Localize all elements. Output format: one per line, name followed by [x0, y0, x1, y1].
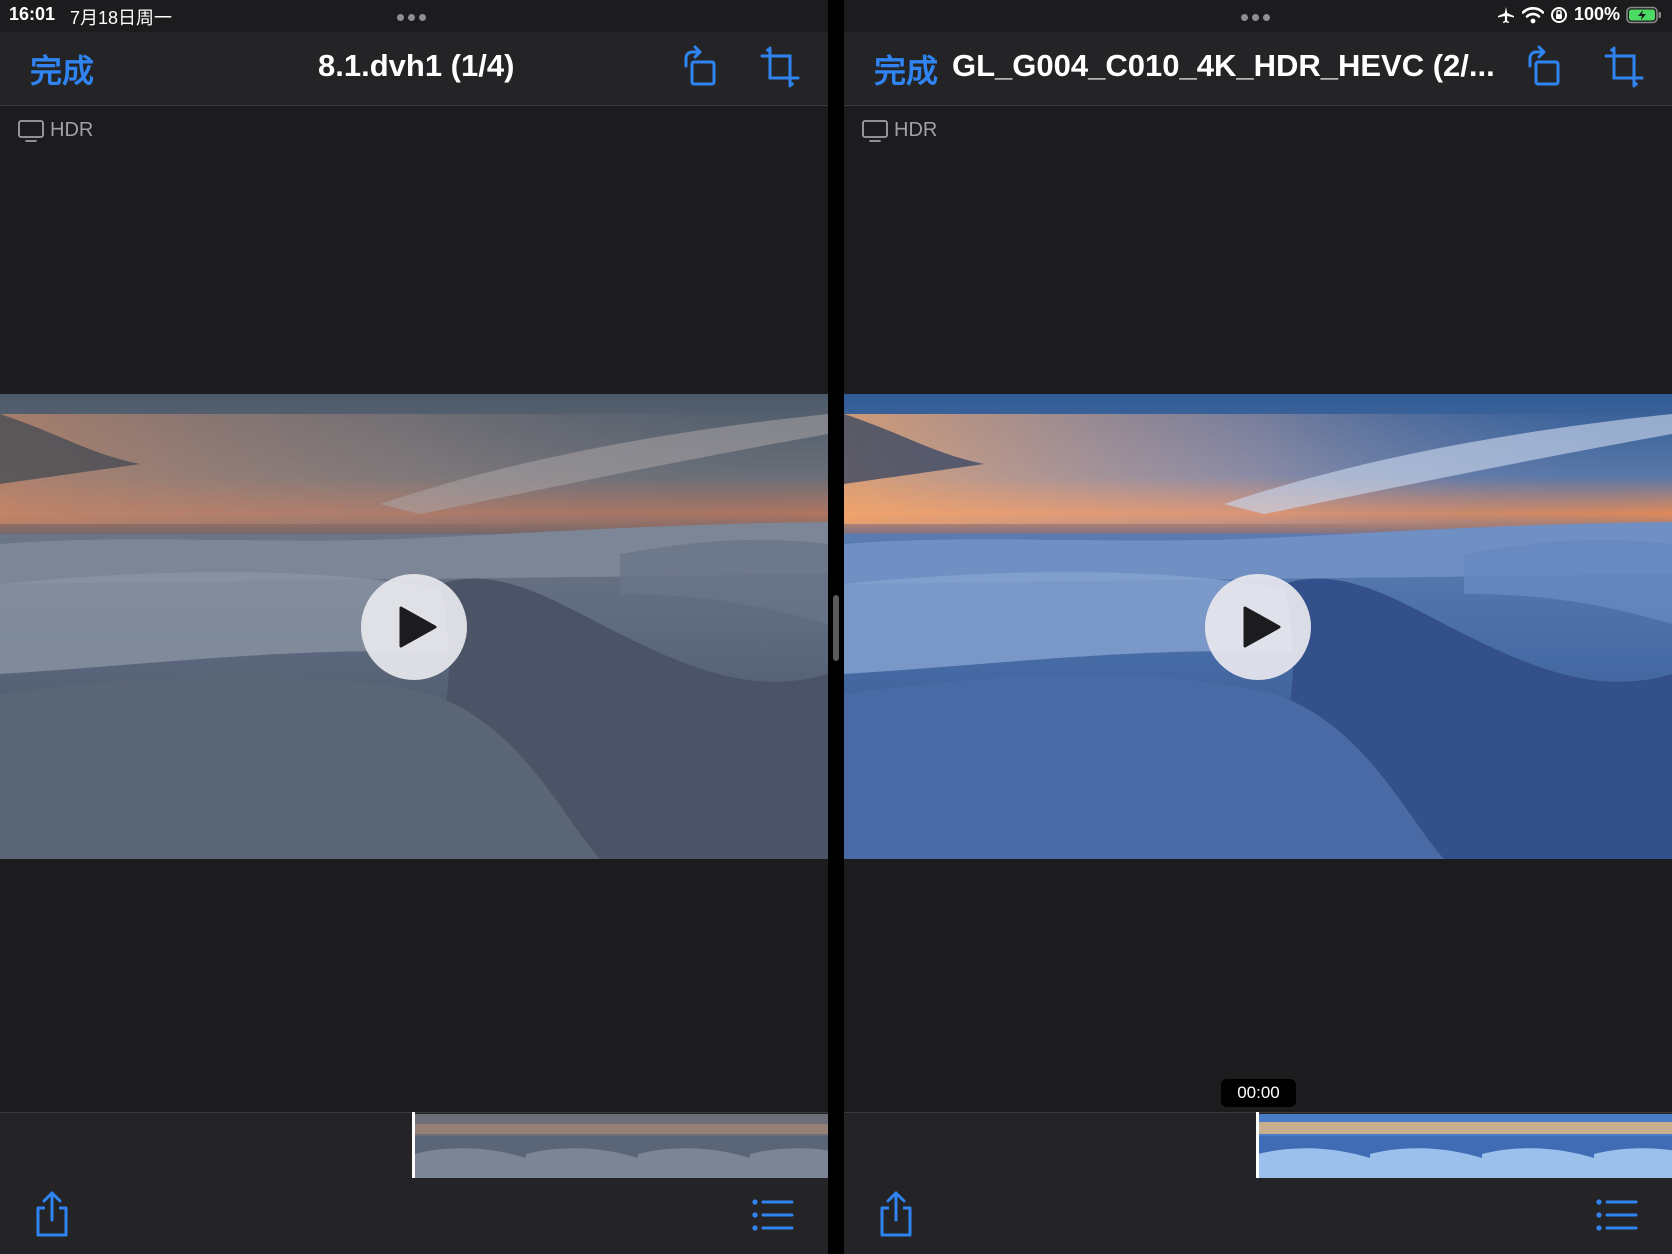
list-icon[interactable]: [752, 1198, 794, 1232]
airplane-icon: [1497, 6, 1514, 23]
filmstrip-frame: [1258, 1114, 1370, 1178]
play-icon: [399, 606, 437, 648]
status-bar: 16:01 7月18日周一 100%: [0, 0, 1672, 32]
filmstrip-frame: [1594, 1114, 1672, 1178]
crop-icon[interactable]: [1602, 44, 1646, 90]
filmstrip-frame: [414, 1114, 526, 1178]
status-date: 7月18日周一: [70, 8, 173, 28]
filmstrip-frame: [750, 1114, 828, 1178]
split-view-handle[interactable]: [833, 595, 839, 661]
filmstrip-frame: [1482, 1114, 1594, 1178]
play-button[interactable]: [361, 574, 467, 680]
display-icon: [862, 119, 888, 142]
filmstrip-frame: [526, 1114, 638, 1178]
navigation-bar: 完成 GL_G004_C010_4K_HDR_HEVC (2/...: [844, 32, 1672, 106]
display-icon: [18, 119, 44, 142]
playhead[interactable]: [1256, 1112, 1259, 1178]
navigation-bar: 完成 8.1.dvh1 (1/4): [0, 32, 828, 106]
page-title: 8.1.dvh1 (1/4): [318, 48, 515, 83]
orientation-lock-icon: [1550, 6, 1567, 23]
hdr-badge: HDR: [18, 119, 93, 142]
scrub-time-tooltip: 00:00: [1221, 1079, 1296, 1107]
battery-percent: 100%: [1573, 4, 1620, 24]
status-time: 16:01: [9, 4, 56, 24]
rotate-icon[interactable]: [1522, 44, 1566, 90]
battery-icon: [1626, 6, 1661, 23]
share-icon[interactable]: [32, 1190, 72, 1238]
filmstrip-frame: [638, 1114, 750, 1178]
list-icon[interactable]: [1596, 1198, 1638, 1232]
play-icon: [1243, 606, 1281, 648]
hdr-badge: HDR: [862, 119, 937, 142]
playhead[interactable]: [412, 1112, 415, 1178]
page-title: GL_G004_C010_4K_HDR_HEVC (2/...: [952, 48, 1495, 83]
video-scrubber[interactable]: [414, 1114, 828, 1178]
left-pane: 完成 8.1.dvh1 (1/4) HDR: [0, 0, 828, 1254]
filmstrip-frame: [1370, 1114, 1482, 1178]
status-indicators: 100%: [1496, 4, 1662, 25]
share-icon[interactable]: [876, 1190, 916, 1238]
video-scrubber[interactable]: [1258, 1114, 1672, 1178]
play-button[interactable]: [1205, 574, 1311, 680]
rotate-icon[interactable]: [678, 44, 722, 90]
done-button[interactable]: 完成: [874, 46, 938, 92]
hdr-label: HDR: [894, 119, 938, 141]
crop-icon[interactable]: [758, 44, 802, 90]
hdr-label: HDR: [50, 119, 94, 141]
done-button[interactable]: 完成: [30, 46, 94, 92]
wifi-icon: [1521, 6, 1544, 23]
right-pane: 完成 GL_G004_C010_4K_HDR_HEVC (2/... HDR 0…: [844, 0, 1672, 1254]
